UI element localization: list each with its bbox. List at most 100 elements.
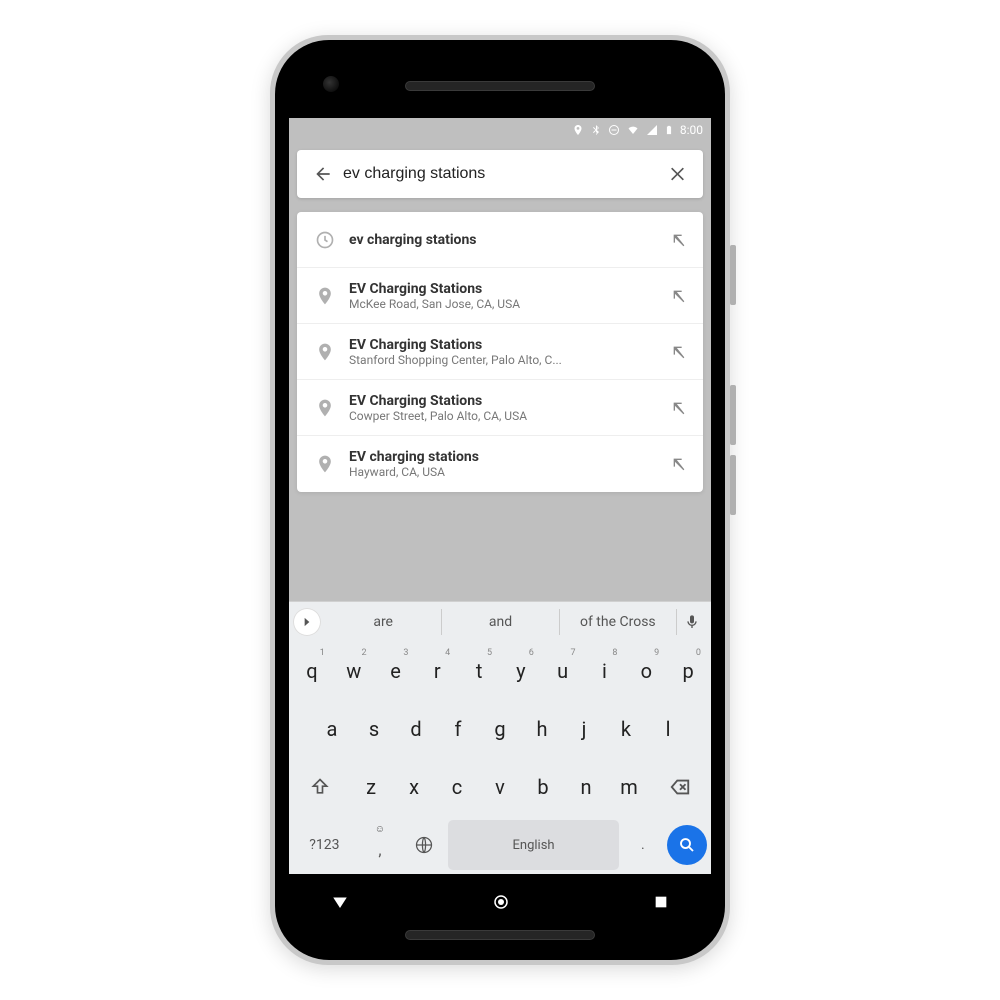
search-box	[297, 150, 703, 198]
search-header	[289, 142, 711, 206]
language-key[interactable]	[404, 820, 444, 870]
nav-home-button[interactable]	[492, 893, 510, 915]
keyboard: are and of the Cross q1 w2 e3 r4 t5 y6 u…	[289, 601, 711, 874]
clear-button[interactable]	[661, 158, 693, 190]
key-k[interactable]: k	[607, 704, 645, 754]
suggestion-item-place[interactable]: EV charging stations Hayward, CA, USA	[297, 436, 703, 492]
suggestion-text: EV Charging Stations Cowper Street, Palo…	[343, 393, 665, 423]
key-w[interactable]: w2	[335, 646, 373, 696]
history-icon	[307, 230, 343, 250]
prediction-row: are and of the Cross	[289, 602, 711, 642]
keyboard-row-3: z x c v b n m	[289, 758, 711, 816]
suggestion-item-place[interactable]: EV Charging Stations Cowper Street, Palo…	[297, 380, 703, 436]
location-icon	[572, 124, 584, 136]
volume-down-button[interactable]	[730, 455, 736, 515]
symbols-key[interactable]: ?123	[293, 820, 356, 870]
key-f[interactable]: f	[439, 704, 477, 754]
key-y[interactable]: y6	[502, 646, 540, 696]
mic-icon[interactable]	[677, 614, 707, 630]
keyboard-row-2: a s d f g h j k l	[289, 700, 711, 758]
phone-frame: 8:00	[275, 40, 725, 960]
suggestion-title: EV charging stations	[349, 449, 659, 465]
suggestion-subtitle: McKee Road, San Jose, CA, USA	[349, 297, 659, 311]
battery-icon	[664, 123, 674, 137]
suggestion-title: ev charging stations	[349, 232, 659, 248]
key-a[interactable]: a	[313, 704, 351, 754]
key-l[interactable]: l	[649, 704, 687, 754]
key-p[interactable]: p0	[669, 646, 707, 696]
key-e[interactable]: e3	[377, 646, 415, 696]
key-x[interactable]: x	[395, 762, 434, 812]
wifi-icon	[626, 124, 640, 136]
keyboard-row-1: q1 w2 e3 r4 t5 y6 u7 i8 o9 p0	[289, 642, 711, 700]
insert-arrow-icon[interactable]	[665, 456, 693, 472]
key-n[interactable]: n	[566, 762, 605, 812]
backspace-key[interactable]	[652, 762, 707, 812]
top-speaker	[405, 81, 595, 91]
status-time: 8:00	[680, 123, 703, 137]
key-b[interactable]: b	[524, 762, 563, 812]
key-g[interactable]: g	[481, 704, 519, 754]
suggestion-subtitle: Stanford Shopping Center, Palo Alto, C..…	[349, 353, 659, 367]
prediction-word[interactable]: of the Cross	[560, 609, 677, 635]
suggestion-text: EV charging stations Hayward, CA, USA	[343, 449, 665, 479]
key-q[interactable]: q1	[293, 646, 331, 696]
suggestion-title: EV Charging Stations	[349, 337, 659, 353]
key-t[interactable]: t5	[460, 646, 498, 696]
front-camera	[323, 76, 339, 92]
suggestion-title: EV Charging Stations	[349, 281, 659, 297]
suggestion-subtitle: Cowper Street, Palo Alto, CA, USA	[349, 409, 659, 423]
pin-icon	[307, 454, 343, 474]
key-o[interactable]: o9	[627, 646, 665, 696]
pin-icon	[307, 286, 343, 306]
key-h[interactable]: h	[523, 704, 561, 754]
suggestion-item-place[interactable]: EV Charging Stations McKee Road, San Jos…	[297, 268, 703, 324]
key-r[interactable]: r4	[418, 646, 456, 696]
suggestion-item-history[interactable]: ev charging stations	[297, 212, 703, 268]
search-key[interactable]	[667, 825, 707, 865]
prediction-word[interactable]: and	[442, 609, 559, 635]
pin-icon	[307, 342, 343, 362]
insert-arrow-icon[interactable]	[665, 232, 693, 248]
expand-predictions-icon[interactable]	[293, 608, 321, 636]
period-key[interactable]: .	[623, 820, 663, 870]
screen: 8:00	[289, 118, 711, 874]
key-d[interactable]: d	[397, 704, 435, 754]
prediction-word[interactable]: are	[325, 609, 442, 635]
suggestion-title: EV Charging Stations	[349, 393, 659, 409]
phone-top	[289, 54, 711, 118]
shift-key[interactable]	[293, 762, 348, 812]
suggestion-text: EV Charging Stations Stanford Shopping C…	[343, 337, 665, 367]
key-i[interactable]: i8	[586, 646, 624, 696]
suggestion-subtitle: Hayward, CA, USA	[349, 465, 659, 479]
pin-icon	[307, 398, 343, 418]
key-z[interactable]: z	[352, 762, 391, 812]
key-m[interactable]: m	[609, 762, 648, 812]
key-s[interactable]: s	[355, 704, 393, 754]
android-nav-bar	[289, 874, 711, 934]
insert-arrow-icon[interactable]	[665, 344, 693, 360]
status-bar: 8:00	[289, 118, 711, 142]
power-button[interactable]	[730, 245, 736, 305]
suggestion-text: ev charging stations	[343, 232, 665, 248]
spacebar-key[interactable]: English	[448, 820, 618, 870]
key-v[interactable]: v	[481, 762, 520, 812]
key-c[interactable]: c	[438, 762, 477, 812]
volume-up-button[interactable]	[730, 385, 736, 445]
back-button[interactable]	[307, 158, 339, 190]
suggestions-list: ev charging stations EV Charging Station…	[297, 212, 703, 492]
suggestion-text: EV Charging Stations McKee Road, San Jos…	[343, 281, 665, 311]
signal-icon	[646, 124, 658, 136]
bluetooth-icon	[590, 124, 602, 136]
nav-recents-button[interactable]	[653, 894, 669, 914]
key-u[interactable]: u7	[544, 646, 582, 696]
emoji-key[interactable]: ☺,	[360, 820, 400, 870]
bottom-speaker	[405, 930, 595, 940]
key-j[interactable]: j	[565, 704, 603, 754]
keyboard-row-4: ?123 ☺, English .	[289, 816, 711, 874]
insert-arrow-icon[interactable]	[665, 400, 693, 416]
suggestion-item-place[interactable]: EV Charging Stations Stanford Shopping C…	[297, 324, 703, 380]
insert-arrow-icon[interactable]	[665, 288, 693, 304]
nav-back-button[interactable]	[331, 893, 349, 915]
search-input[interactable]	[339, 165, 661, 183]
